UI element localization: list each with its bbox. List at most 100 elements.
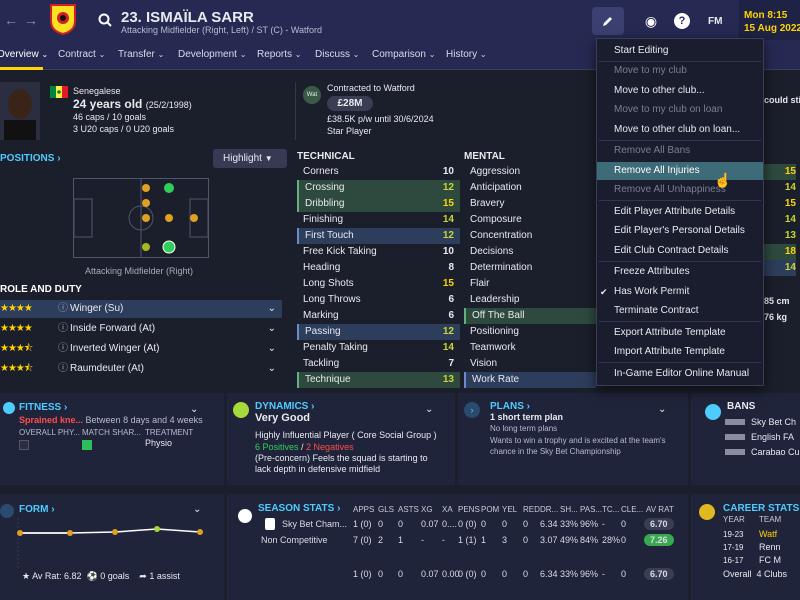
- edit-pencil-icon[interactable]: [592, 7, 624, 35]
- attribute-row[interactable]: Anticipation: [464, 180, 596, 196]
- attribute-row[interactable]: First Touch 12: [297, 228, 460, 244]
- attribute-row[interactable]: Penalty Taking 14: [297, 340, 460, 356]
- attribute-row[interactable]: Technique 13: [297, 372, 460, 388]
- fm-logo[interactable]: FM: [708, 16, 722, 27]
- attribute-row[interactable]: Work Rate: [464, 372, 596, 388]
- career-stats-title[interactable]: CAREER STATS ›: [723, 503, 800, 514]
- attribute-row[interactable]: Long Shots 15: [297, 276, 460, 292]
- attribute-row[interactable]: Dribbling 15: [297, 196, 460, 212]
- menu-item[interactable]: In-Game Editor Online Manual: [597, 365, 763, 383]
- attribute-row[interactable]: Vision: [464, 356, 596, 372]
- tab-transfer[interactable]: Transfer ⌄: [118, 40, 164, 70]
- menu-separator: [599, 261, 761, 262]
- plans-icon: ›: [464, 402, 480, 418]
- menu-item[interactable]: Edit Player Attribute Details: [597, 203, 763, 221]
- tab-history[interactable]: History ⌄: [446, 40, 487, 70]
- attribute-row[interactable]: Teamwork: [464, 340, 596, 356]
- forward-arrow-icon[interactable]: →: [22, 10, 40, 30]
- chevron-down-icon[interactable]: ⌄: [268, 360, 276, 378]
- career-team[interactable]: Renn: [759, 541, 781, 554]
- attribute-row[interactable]: Positioning: [464, 324, 596, 340]
- attribute-row[interactable]: Crossing 12: [297, 180, 460, 196]
- search-icon[interactable]: [97, 12, 113, 28]
- season-stats-title[interactable]: SEASON STATS ›: [258, 503, 340, 514]
- attribute-row[interactable]: Heading 8: [297, 260, 460, 276]
- chevron-down-icon[interactable]: ⌄: [193, 504, 201, 515]
- career-team[interactable]: Watf: [759, 528, 781, 541]
- tab-label: Overview: [0, 49, 39, 60]
- role-row[interactable]: ★★★⯪ ⓘ Inverted Winger (At) ⌄: [0, 340, 282, 358]
- positions-title-label: POSITIONS: [0, 153, 55, 164]
- dynamics-title[interactable]: DYNAMICS ›: [255, 401, 314, 412]
- attribute-row[interactable]: Marking 6: [297, 308, 460, 324]
- attribute-row[interactable]: Determination: [464, 260, 596, 276]
- chevron-down-icon[interactable]: ⌄: [268, 300, 276, 318]
- attribute-row[interactable]: Long Throws 6: [297, 292, 460, 308]
- tab-development[interactable]: Development ⌄: [178, 40, 246, 70]
- plans-title[interactable]: PLANS ›: [490, 401, 530, 412]
- career-team[interactable]: FC M: [759, 554, 781, 567]
- back-arrow-icon[interactable]: ←: [2, 10, 20, 30]
- tab-reports[interactable]: Reports ⌄: [257, 40, 302, 70]
- role-row[interactable]: ★★★★ ⓘ Winger (Su) ⌄: [0, 300, 282, 318]
- attribute-row[interactable]: Flair: [464, 276, 596, 292]
- attribute-row[interactable]: Passing 12: [297, 324, 460, 340]
- attribute-row[interactable]: Free Kick Taking 10: [297, 244, 460, 260]
- chevron-down-icon[interactable]: ⌄: [658, 404, 666, 415]
- chevron-down-icon[interactable]: ⌄: [190, 404, 198, 415]
- info-icon[interactable]: ⓘ: [58, 320, 68, 338]
- date-box[interactable]: Mon 8:15 15 Aug 2022: [739, 0, 800, 40]
- menu-item[interactable]: Edit Player's Personal Details: [597, 222, 763, 240]
- attribute-value: 12: [442, 230, 454, 241]
- fitness-title[interactable]: FITNESS ›: [19, 402, 67, 413]
- info-icon[interactable]: ⓘ: [58, 300, 68, 318]
- help-icon[interactable]: ?: [674, 13, 690, 29]
- attribute-name: Aggression: [470, 166, 521, 177]
- attribute-row[interactable]: Corners 10: [297, 164, 460, 180]
- info-icon[interactable]: ⓘ: [58, 360, 68, 378]
- role-row[interactable]: ★★★⯪ ⓘ Raumdeuter (At) ⌄: [0, 360, 282, 378]
- attribute-value: 18: [764, 244, 796, 260]
- attribute-row[interactable]: Bravery: [464, 196, 596, 212]
- attribute-row[interactable]: Aggression: [464, 164, 596, 180]
- attribute-row[interactable]: Concentration: [464, 228, 596, 244]
- player-positions: Attacking Midfielder (Right, Left) / ST …: [121, 25, 323, 35]
- chevron-down-icon[interactable]: ⌄: [268, 320, 276, 338]
- menu-item[interactable]: Move to other club on loan...: [597, 121, 763, 139]
- menu-item[interactable]: Has Work Permit ✔: [597, 283, 763, 301]
- menu-item[interactable]: Move to other club...: [597, 82, 763, 100]
- bans-list: Sky Bet Ch English FA Carabao Cu: [725, 415, 800, 460]
- tab-comparison[interactable]: Comparison ⌄: [372, 40, 435, 70]
- menu-item[interactable]: Remove All Injuries: [597, 162, 763, 180]
- attribute-row[interactable]: Composure: [464, 212, 596, 228]
- attribute-row[interactable]: Off The Ball: [464, 308, 596, 324]
- positions-title[interactable]: POSITIONS ›: [0, 153, 61, 164]
- form-summary: ★ Av Rat: 6.82 ⚽ 0 goals ➦ 1 assist: [22, 571, 180, 582]
- menu-item[interactable]: Edit Club Contract Details: [597, 242, 763, 260]
- menu-item[interactable]: Terminate Contract: [597, 302, 763, 320]
- attribute-name: Decisions: [470, 246, 514, 257]
- info-icon[interactable]: ⓘ: [58, 340, 68, 358]
- menu-item[interactable]: Freeze Attributes: [597, 263, 763, 281]
- role-row[interactable]: ★★★★ ⓘ Inside Forward (At) ⌄: [0, 320, 282, 338]
- menu-item[interactable]: Start Editing: [597, 42, 763, 60]
- globe-icon[interactable]: ◉: [640, 10, 662, 32]
- attribute-row[interactable]: Leadership: [464, 292, 596, 308]
- attribute-row[interactable]: Decisions: [464, 244, 596, 260]
- attribute-row[interactable]: Finishing 14: [297, 212, 460, 228]
- star-rating: ★★★⯪: [0, 343, 33, 354]
- chevron-down-icon[interactable]: ⌄: [268, 340, 276, 358]
- player-photo: [0, 82, 40, 140]
- tab-contract[interactable]: Contract ⌄: [58, 40, 105, 70]
- chevron-down-icon[interactable]: ⌄: [425, 404, 433, 415]
- form-title[interactable]: FORM ›: [19, 504, 55, 515]
- highlight-dropdown[interactable]: Highlight ▼: [213, 149, 287, 168]
- attribute-name: Crossing: [305, 182, 345, 193]
- menu-item[interactable]: Import Attribute Template: [597, 343, 763, 361]
- menu-item[interactable]: Export Attribute Template: [597, 324, 763, 342]
- tab-discuss[interactable]: Discuss ⌄: [315, 40, 360, 70]
- tab-overview[interactable]: Overview ⌄: [0, 40, 48, 70]
- menu-separator: [599, 321, 761, 322]
- career-year: 16-17: [723, 556, 744, 565]
- attribute-row[interactable]: Tackling 7: [297, 356, 460, 372]
